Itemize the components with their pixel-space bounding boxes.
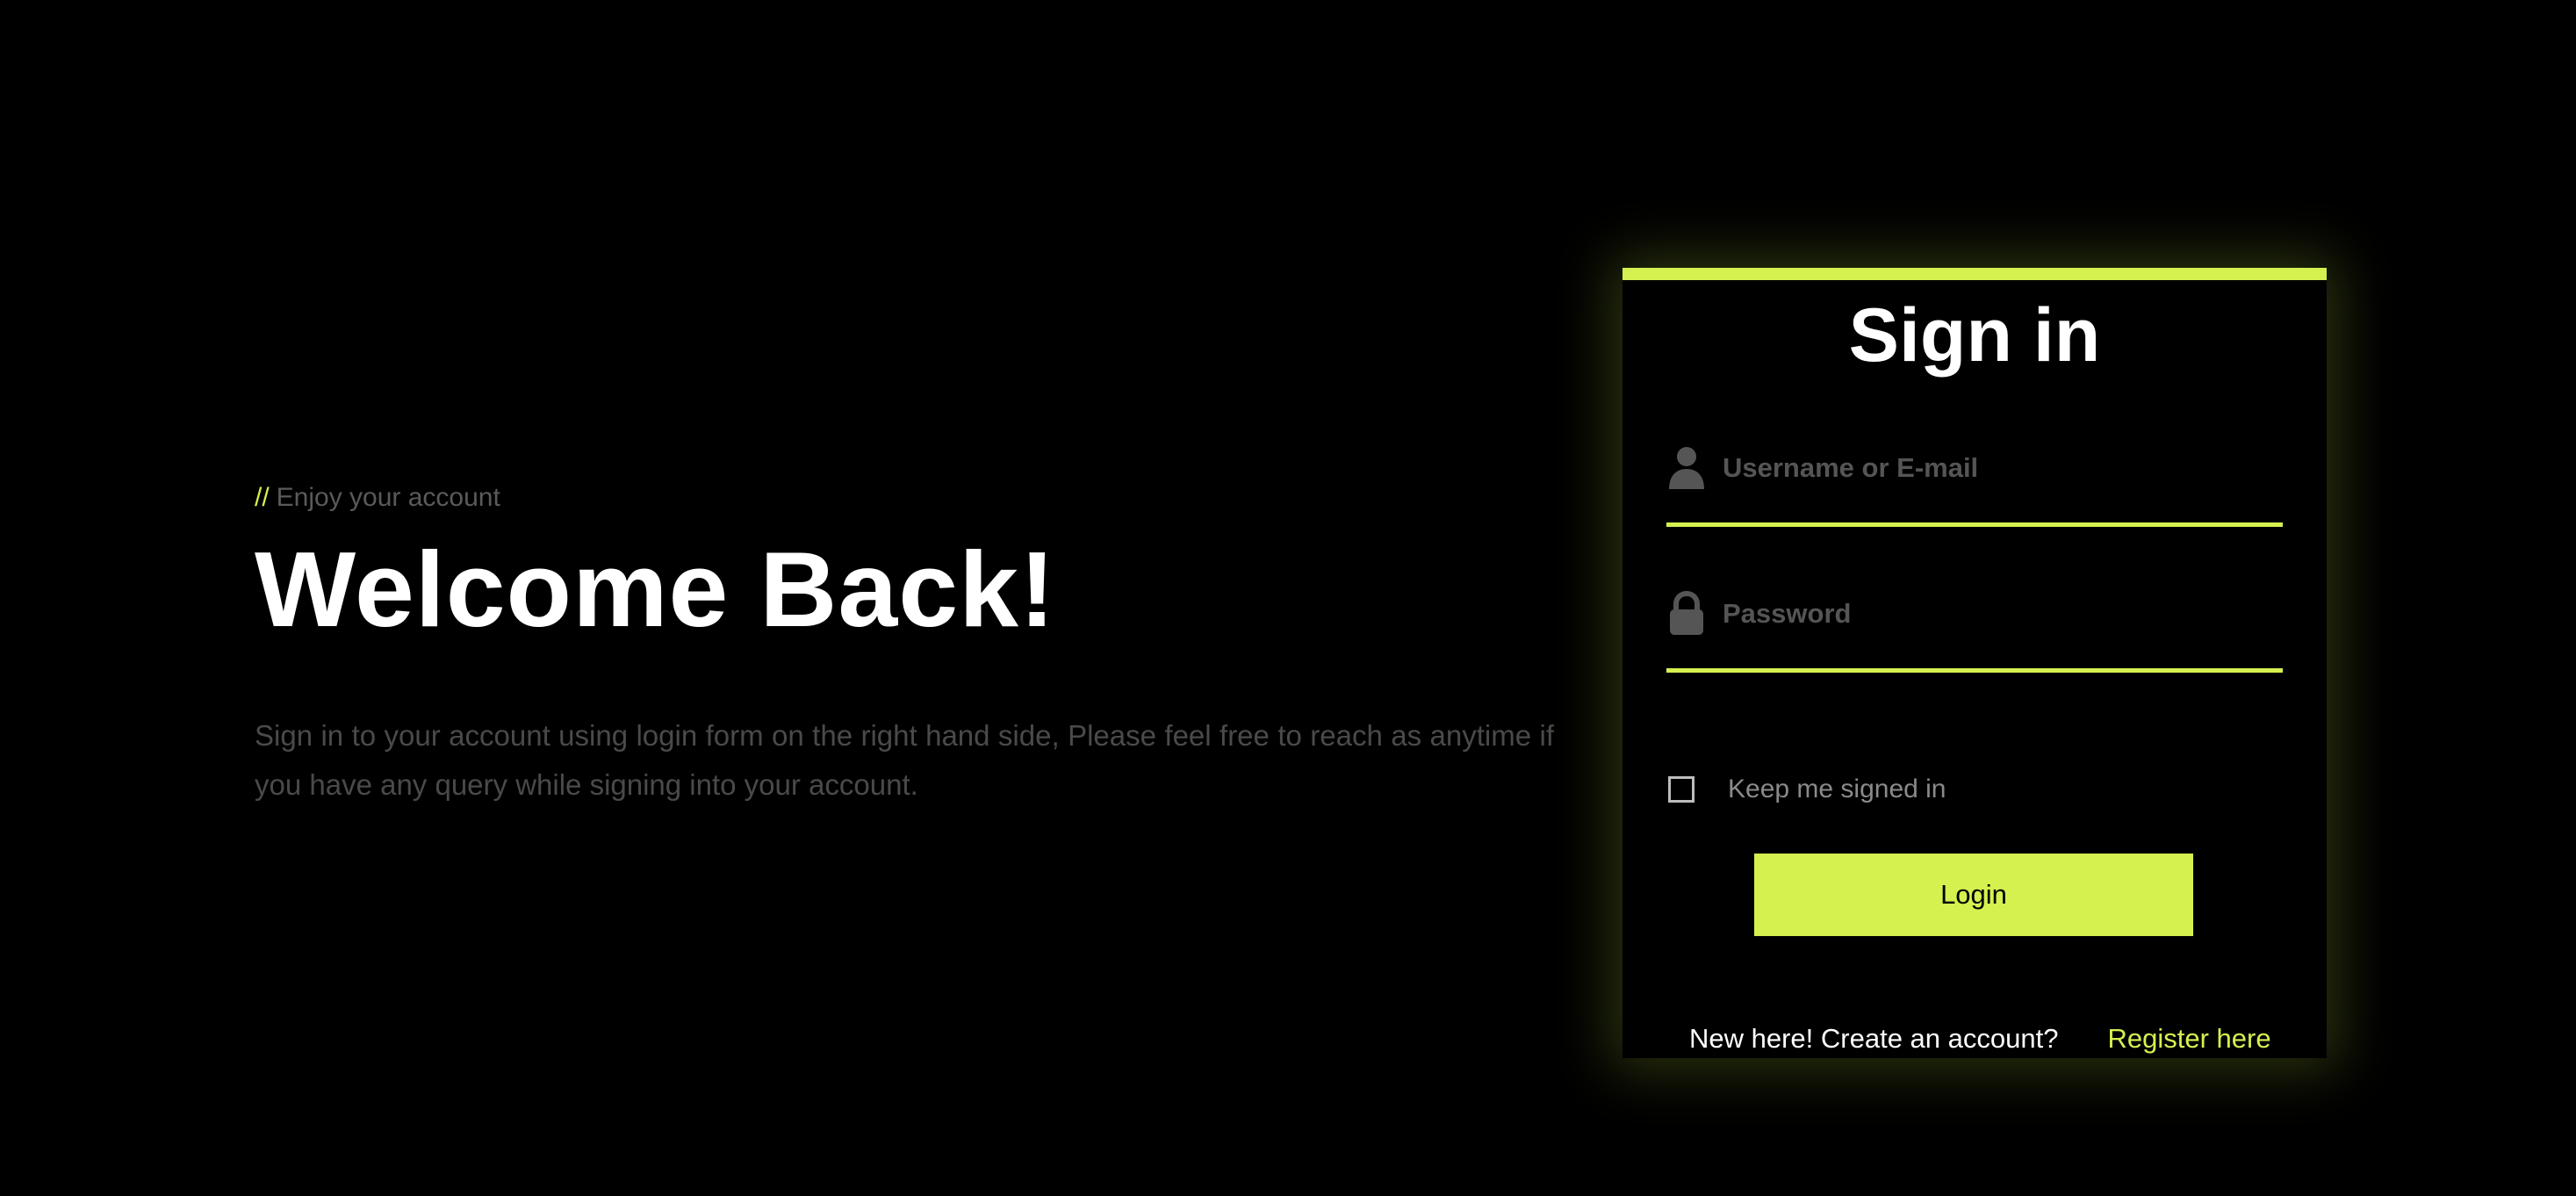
- username-input[interactable]: [1723, 443, 2276, 493]
- hero-description: Sign in to your account using login form…: [255, 719, 1554, 802]
- login-title: Sign in: [1848, 293, 2101, 378]
- register-prompt: New here! Create an account?: [1689, 1023, 2059, 1054]
- page: //Enjoy your account Welcome Back! Sign …: [0, 0, 2576, 1196]
- remember-checkbox[interactable]: [1668, 776, 1695, 803]
- login-button[interactable]: Login: [1754, 854, 2193, 936]
- eyebrow-text: Enjoy your account: [276, 483, 500, 512]
- username-field-group: [1666, 443, 2283, 527]
- register-link[interactable]: Register here: [2107, 1023, 2270, 1054]
- eyebrow-slashes: //: [255, 483, 270, 512]
- login-card: Sign in Keep me signed in Login New here…: [1623, 268, 2327, 1058]
- user-icon: [1669, 447, 1704, 489]
- password-input[interactable]: [1723, 589, 2276, 638]
- remember-me[interactable]: Keep me signed in: [1668, 775, 1946, 804]
- hero-section: //Enjoy your account Welcome Back! Sign …: [255, 485, 1554, 810]
- hero-title: Welcome Back!: [255, 530, 1056, 649]
- remember-label: Keep me signed in: [1728, 775, 1946, 803]
- lock-icon: [1670, 591, 1703, 635]
- register-prompt-line: New here! Create an account? Register her…: [1689, 1023, 2271, 1055]
- password-field-group: [1666, 589, 2283, 673]
- eyebrow: //Enjoy your account: [255, 485, 1554, 511]
